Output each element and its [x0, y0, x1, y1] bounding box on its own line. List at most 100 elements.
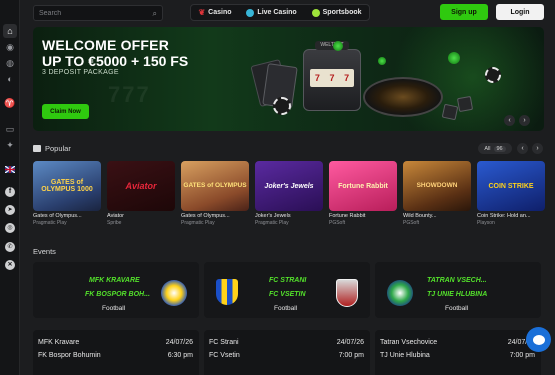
nav-live-casino[interactable]: Live Casino: [246, 8, 297, 17]
team-logo: [216, 279, 238, 305]
banner-title-line2: UP TO €5000 + 150 FS: [42, 53, 189, 69]
game-thumbnail[interactable]: Joker's Jewels: [255, 161, 323, 211]
telegram-icon[interactable]: ➤: [3, 203, 17, 217]
game-thumbnail[interactable]: COIN STRIKE: [477, 161, 545, 211]
signup-button[interactable]: Sign up: [440, 4, 488, 20]
match-home: FC Strani: [209, 339, 239, 346]
game-provider: Spribe: [107, 220, 122, 226]
whatsapp-icon[interactable]: ✆: [3, 240, 17, 254]
game-card[interactable]: GATES of OLYMPUS Gates of Olympus... Pra…: [181, 161, 249, 226]
event-sport: Football: [102, 305, 126, 312]
game-provider: PGSoft: [403, 220, 420, 226]
chat-button[interactable]: [526, 327, 551, 352]
poker-chip-art: [273, 97, 291, 115]
ticket-icon[interactable]: ▭: [3, 122, 17, 136]
game-name: Aviator: [107, 213, 125, 219]
game-card[interactable]: Joker's Jewels Joker's Jewels Pragmatic …: [255, 161, 323, 226]
banner-prev-arrow[interactable]: ‹: [504, 115, 515, 126]
coin-art: [378, 57, 386, 65]
poker-chip-art: [485, 67, 501, 83]
event-card[interactable]: MFK KRAVARE FK BOSPOR BOH... Football: [33, 262, 199, 318]
sidebar: ⌂ ◉ ◍ ◐ ♈ ▭ ✦ f ➤ ◎ ✆ ✕: [0, 0, 20, 375]
live-icon[interactable]: ◐: [3, 72, 17, 86]
game-thumbnail[interactable]: GATES of OLYMPUS: [181, 161, 249, 211]
dice-art: [441, 103, 459, 121]
match-row[interactable]: FC Strani FC Vsetin 24/07/26 7:00 pm: [204, 330, 370, 375]
events-section-title: Events: [33, 247, 56, 256]
game-art-title: GATES of OLYMPUS 1000: [41, 179, 93, 193]
nav-sportsbook[interactable]: Sportsbook: [311, 8, 362, 17]
game-provider: Pragmatic Play: [181, 220, 215, 226]
event-card[interactable]: FC STRANI FC VSETIN Football: [204, 262, 370, 318]
slot-reel: 7: [314, 73, 320, 83]
dice-art: [456, 95, 474, 113]
game-name: Wild Bounty...: [403, 213, 437, 219]
game-card[interactable]: Aviator Aviator Spribe: [107, 161, 175, 226]
game-art-title: Aviator: [125, 180, 157, 191]
welcome-offer-banner[interactable]: 777 WELCOME OFFER UP TO €5000 + 150 FS 3…: [33, 27, 544, 131]
game-name: Gates of Olympus...: [181, 213, 230, 219]
nav-live-casino-label: Live Casino: [257, 9, 297, 16]
login-button[interactable]: Login: [496, 4, 544, 20]
game-name: Gates of Olympus...: [33, 213, 82, 219]
game-thumbnail[interactable]: Aviator: [107, 161, 175, 211]
instagram-icon[interactable]: ◎: [3, 221, 17, 235]
game-name: Fortune Rabbit: [329, 213, 366, 219]
game-card[interactable]: Fortune Rabbit Fortune Rabbit PGSoft: [329, 161, 397, 226]
event-home-team: TATRAN VSECH...: [427, 277, 487, 284]
game-thumbnail[interactable]: GATES of OLYMPUS 1000: [33, 161, 101, 211]
event-home-team: FC STRANI: [269, 277, 307, 284]
nav-casino-label: Casino: [208, 9, 232, 16]
popular-title-text: Popular: [45, 144, 71, 153]
nav-casino[interactable]: ❦ Casino: [198, 8, 231, 17]
game-provider: Pragmatic Play: [255, 220, 289, 226]
coin-art: [448, 52, 460, 64]
match-away: TJ Unie Hlubina: [380, 352, 430, 359]
game-art-title: Fortune Rabbit: [338, 182, 388, 190]
product-nav: ❦ Casino Live Casino Sportsbook: [190, 4, 370, 21]
sports-ball-icon[interactable]: ◍: [3, 56, 17, 70]
all-label: All: [484, 145, 491, 152]
match-home: MFK Kravare: [38, 339, 80, 346]
event-card[interactable]: TATRAN VSECH... TJ UNIE HLUBINA Football: [375, 262, 541, 318]
popular-all-button[interactable]: All 96: [478, 143, 512, 154]
match-row[interactable]: Tatran Vsechovice TJ Unie Hlubina 24/07/…: [375, 330, 541, 375]
team-logo: [387, 280, 413, 306]
game-name: Joker's Jewels: [255, 213, 291, 219]
claim-now-button[interactable]: Claim Now: [42, 104, 89, 119]
live-casino-icon: [246, 8, 255, 17]
game-card[interactable]: GATES of OLYMPUS 1000 Gates of Olympus..…: [33, 161, 101, 226]
game-provider: PGSoft: [329, 220, 346, 226]
game-card[interactable]: SHOWDOWN Wild Bounty... PGSoft: [403, 161, 471, 226]
slot-reel: 7: [344, 73, 350, 83]
game-card[interactable]: COIN STRIKE Coin Strike: Hold an... Play…: [477, 161, 545, 226]
game-thumbnail[interactable]: SHOWDOWN: [403, 161, 471, 211]
game-art-title: GATES of OLYMPUS: [183, 181, 247, 189]
game-provider: Playson: [477, 220, 495, 226]
search-box[interactable]: ⌕: [33, 5, 163, 21]
banner-next-arrow[interactable]: ›: [519, 115, 530, 126]
x-icon[interactable]: ✕: [3, 258, 17, 272]
match-row[interactable]: MFK Kravare FK Bospor Bohumin 24/07/26 6…: [33, 330, 199, 375]
home-icon[interactable]: ⌂: [3, 24, 17, 38]
game-art-title: Joker's Jewels: [264, 182, 314, 190]
all-count-badge: 96: [493, 145, 506, 152]
promotions-icon[interactable]: ✦: [3, 138, 17, 152]
match-date: 24/07/26: [165, 339, 193, 346]
match-away: FC Vsetin: [209, 352, 240, 359]
trophy-icon[interactable]: ♈: [3, 96, 17, 110]
sportsbook-ball-icon: [311, 8, 320, 17]
language-flag-icon[interactable]: [3, 162, 17, 176]
popular-prev-arrow[interactable]: ‹: [517, 143, 528, 154]
game-art-title: COIN STRIKE: [488, 182, 534, 190]
search-input[interactable]: [39, 9, 139, 17]
game-provider: Pragmatic Play: [33, 220, 67, 226]
uk-flag-icon: [5, 165, 15, 173]
game-art-title: SHOWDOWN: [416, 181, 458, 189]
game-thumbnail[interactable]: Fortune Rabbit: [329, 161, 397, 211]
match-time: 6:30 pm: [167, 352, 193, 359]
facebook-icon[interactable]: f: [3, 185, 17, 199]
nav-sportsbook-label: Sportsbook: [322, 9, 362, 16]
casino-chip-icon[interactable]: ◉: [3, 40, 17, 54]
popular-next-arrow[interactable]: ›: [532, 143, 543, 154]
